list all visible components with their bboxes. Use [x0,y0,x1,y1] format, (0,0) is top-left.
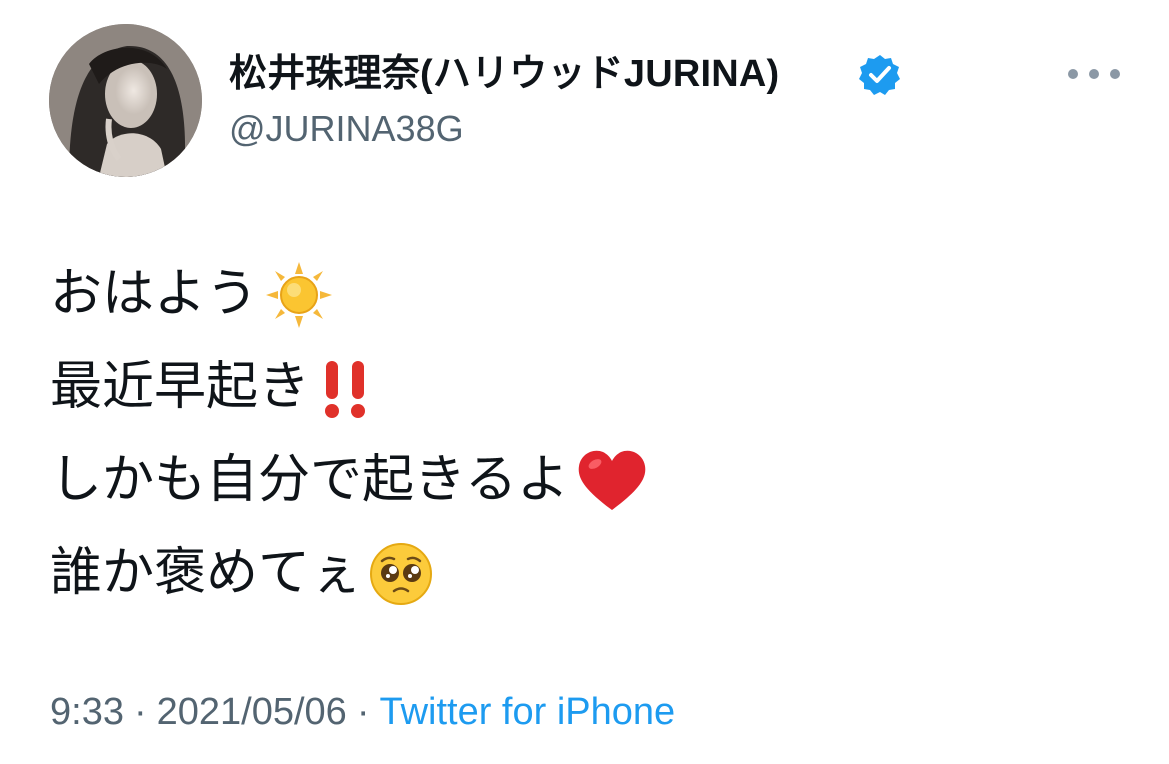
double-exclamation-icon [316,353,376,423]
more-dot [1110,69,1120,79]
more-dot [1068,69,1078,79]
tweet-date[interactable]: 2021/05/06 [157,691,347,733]
display-name[interactable]: 松井珠理奈(ハリウッドJURINA) [229,50,779,98]
tweet-source-link[interactable]: Twitter for iPhone [379,691,675,733]
tweet-line-text: 最近早起き [50,357,311,417]
more-options-icon[interactable] [1068,60,1120,88]
verified-badge-icon [858,53,902,97]
tweet-line-text: しかも自分で起きるよ [50,450,569,510]
tweet-line: 最近早起き [50,341,649,434]
avatar[interactable] [49,24,202,177]
tweet-text: おはよう 最近早起き しかも自分で起きるよ 誰か褒めてぇ [50,248,649,620]
tweet-line: しかも自分で起きるよ [50,434,649,527]
tweet-line-text: 誰か褒めてぇ [50,543,363,603]
user-handle[interactable]: @JURINA38G [229,106,464,152]
more-dot [1089,69,1099,79]
tweet-line-text: おはよう [50,264,259,324]
profile-photo-icon [49,24,202,177]
meta-separator: · [356,691,370,733]
pleading-face-icon [368,541,434,607]
sun-icon [264,260,334,330]
tweet-line: おはよう [50,248,649,341]
meta-separator: · [133,691,147,733]
tweet-time[interactable]: 9:33 [50,691,124,733]
tweet-meta: 9:33 · 2021/05/06 · Twitter for iPhone [50,688,675,736]
red-heart-icon [575,446,649,516]
tweet-line: 誰か褒めてぇ [50,527,649,620]
